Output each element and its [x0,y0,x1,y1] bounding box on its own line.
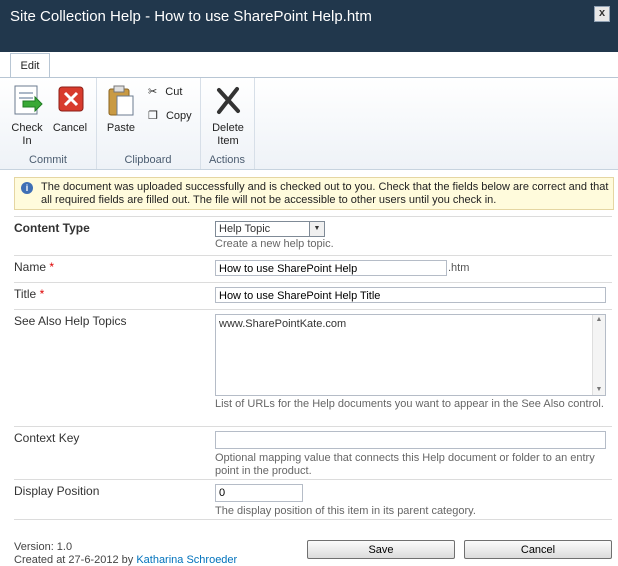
dialog-title: Site Collection Help - How to use ShareP… [10,8,372,25]
version-text: Version: 1.0 [14,541,73,553]
cancel-icon [58,86,84,112]
see-also-textarea[interactable]: www.SharePointKate.com ▲ ▼ [215,314,606,396]
name-input[interactable]: How to use SharePoint Help [215,260,447,276]
content-type-select[interactable]: Help Topic ▼ [215,221,325,237]
display-position-input[interactable]: 0 [215,484,303,502]
content-type-value: Help Topic [219,223,271,235]
save-button[interactable]: Save [307,540,455,559]
created-text: Created at 27-6-2012 by Katharina Schroe… [14,554,237,566]
row-display-position: Display Position 0 The display position … [14,479,612,520]
name-suffix: .htm [448,262,470,274]
clipboard-group-label: Clipboard [124,154,172,166]
row-see-also: See Also Help Topics www.SharePointKate.… [14,309,612,427]
cut-icon: ✂ [148,86,158,98]
cut-button[interactable]: ✂ Cut [148,85,182,98]
copy-icon: ❐ [148,110,158,122]
delete-item-button[interactable]: Delete Item [208,84,248,147]
cancel-ribbon-label: Cancel [52,122,88,134]
dialog-titlebar: Site Collection Help - How to use ShareP… [0,0,618,52]
check-in-label-1: Check [11,122,43,134]
created-by-link[interactable]: Katharina Schroeder [136,554,237,566]
textarea-scrollbar[interactable]: ▲ ▼ [592,315,605,395]
see-also-label: See Also Help Topics [14,314,127,328]
actions-group-label: Actions [208,154,246,166]
copy-button[interactable]: ❐ Copy [148,109,192,122]
scroll-up-icon[interactable]: ▲ [593,315,605,325]
delete-icon [217,87,240,114]
commit-group-label: Commit [29,154,67,166]
ribbon-group-commit: Check In Cancel Commit [0,78,97,169]
display-position-desc: The display position of this item in its… [215,505,476,517]
status-message-text: The document was uploaded successfully a… [41,181,609,206]
paste-label: Paste [106,122,136,134]
content-type-label: Content Type [14,221,90,235]
title-label: Title * [14,287,45,301]
delete-label-2: Item [217,135,239,147]
content-type-desc: Create a new help topic. [215,238,334,250]
paste-button[interactable]: Paste [104,84,138,134]
title-input[interactable]: How to use SharePoint Help Title [215,287,606,303]
context-key-label: Context Key [14,431,80,445]
context-key-desc: Optional mapping value that connects thi… [215,452,595,477]
delete-label-1: Delete [212,122,244,134]
info-icon: i [21,182,33,194]
see-also-value: www.SharePointKate.com [219,318,347,330]
check-in-label-2: In [22,135,32,147]
ribbon-group-actions: Delete Item Actions [200,78,255,169]
check-in-button[interactable]: Check In [8,84,46,147]
scroll-down-icon[interactable]: ▼ [593,385,605,395]
cut-label: Cut [165,86,183,98]
row-name: Name * How to use SharePoint Help .htm [14,255,612,283]
status-message: i The document was uploaded successfully… [14,177,614,210]
close-icon[interactable]: x [594,6,610,22]
paste-icon [108,85,134,116]
required-marker: * [39,287,45,301]
context-key-input[interactable] [215,431,606,449]
created-prefix: Created at 27-6-2012 by [14,554,134,566]
ribbon: Check In Cancel Commit Paste ✂ Cut ❐ Cop… [0,77,618,170]
check-in-icon [14,85,43,115]
tab-edit[interactable]: Edit [10,53,50,78]
required-marker: * [49,260,55,274]
cancel-button[interactable]: Cancel [464,540,612,559]
form-bottom-border [14,519,612,520]
see-also-desc: List of URLs for the Help documents you … [215,398,604,410]
cancel-ribbon-button[interactable]: Cancel [50,84,90,134]
row-content-type: Content Type Help Topic ▼ Create a new h… [14,216,612,256]
copy-label: Copy [165,110,192,122]
row-title: Title * How to use SharePoint Help Title [14,282,612,310]
ribbon-group-clipboard: Paste ✂ Cut ❐ Copy Clipboard [96,78,201,169]
chevron-down-icon: ▼ [309,222,324,236]
name-label: Name * [14,260,55,274]
display-position-label: Display Position [14,484,100,498]
row-context-key: Context Key Optional mapping value that … [14,426,612,480]
